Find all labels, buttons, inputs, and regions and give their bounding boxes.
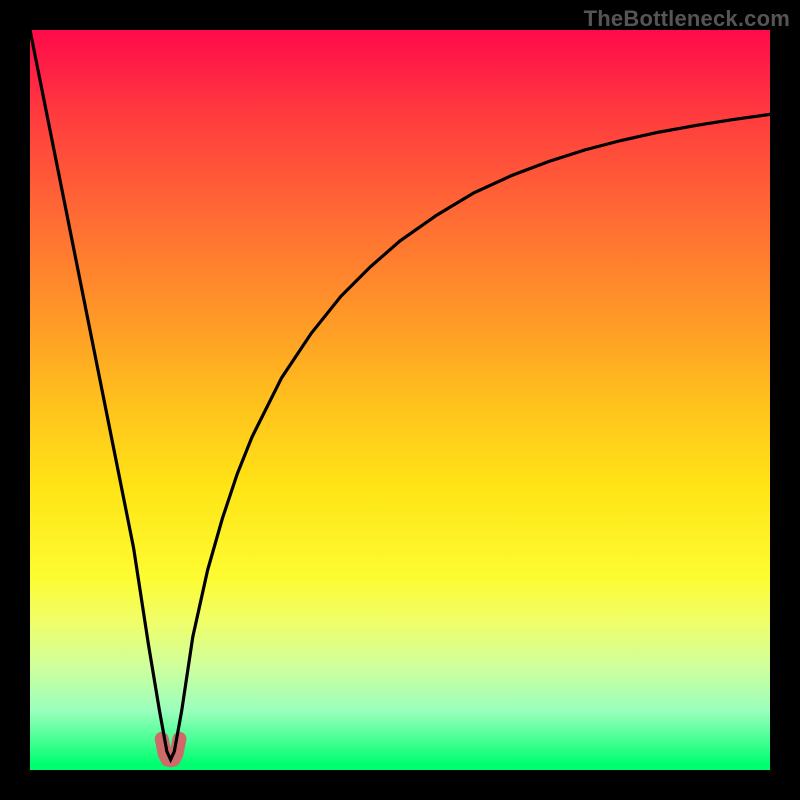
- plot-area: [30, 30, 770, 770]
- watermark-text: TheBottleneck.com: [584, 6, 790, 32]
